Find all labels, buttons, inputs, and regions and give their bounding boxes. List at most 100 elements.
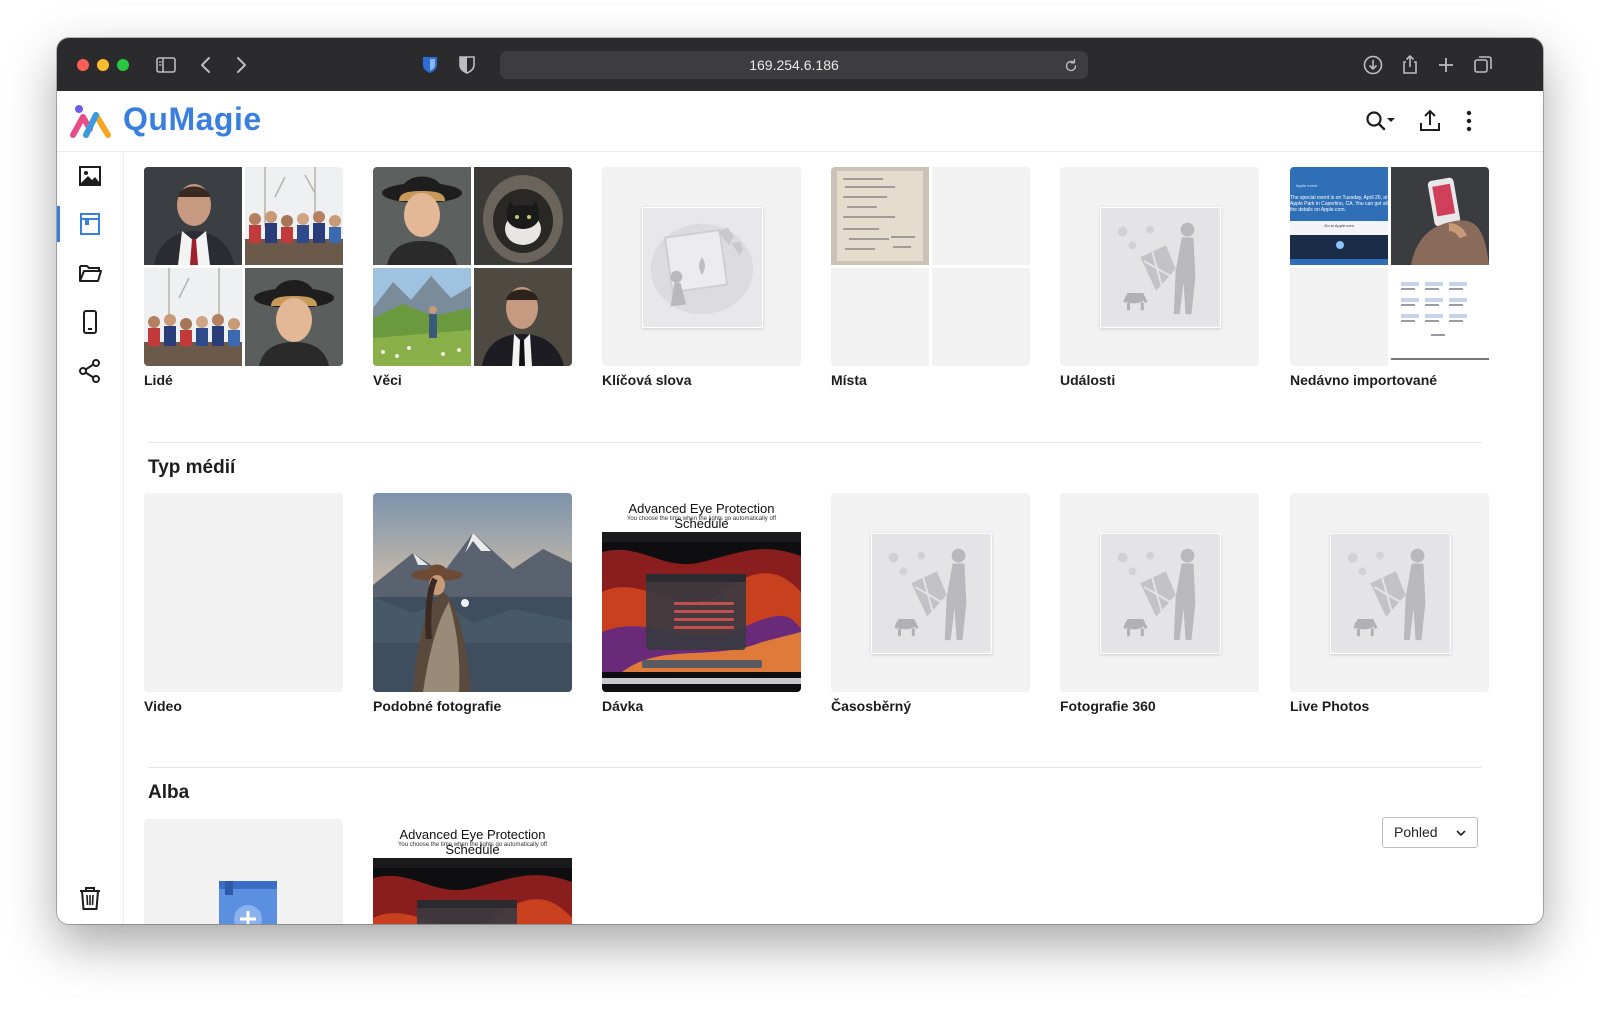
sidebar-item-folders[interactable] [77, 260, 103, 286]
minimize-window-button[interactable] [97, 59, 109, 71]
share-icon [79, 359, 100, 383]
reload-icon[interactable] [1062, 56, 1080, 74]
events-placeholder-icon [1100, 207, 1221, 328]
thumb-text: The special event is on Tuesday, April 2… [1290, 195, 1388, 213]
thumbnail-photo [245, 268, 343, 366]
search-dropdown-icon[interactable] [1363, 107, 1397, 135]
media-tile-video[interactable] [144, 493, 343, 692]
thumbnail-empty [932, 268, 1030, 366]
album-tile-keywords[interactable] [602, 167, 801, 366]
album-label: Nedávno importované [1290, 372, 1438, 388]
zoom-window-button[interactable] [117, 59, 129, 71]
sidebar-item-trash[interactable] [77, 885, 103, 911]
thumbnail-empty [932, 167, 1030, 265]
view-dropdown[interactable]: Pohled [1382, 817, 1478, 848]
sidebar [57, 152, 124, 924]
tab-overview-icon[interactable] [1471, 53, 1495, 77]
add-album-icon [219, 881, 277, 924]
album-label: Události [1060, 372, 1116, 388]
album-tile-things[interactable] [373, 167, 572, 366]
forward-icon[interactable] [229, 53, 253, 77]
sidebar-item-sharing[interactable] [77, 358, 103, 384]
upload-icon[interactable] [1416, 107, 1444, 135]
timelapse-placeholder-icon [871, 533, 992, 654]
thumbnail-photo [144, 167, 242, 265]
media-tile-timelapse[interactable] [831, 493, 1030, 692]
sidebar-item-photos[interactable] [77, 163, 103, 189]
sidebar-toggle-icon[interactable] [154, 53, 178, 77]
privacy-shield-icon[interactable] [455, 53, 479, 77]
device-icon [83, 310, 97, 334]
share-browser-icon[interactable] [1398, 53, 1422, 77]
thumbnail-photo [602, 532, 801, 692]
thumbnail-photo [373, 858, 572, 924]
new-tab-icon[interactable] [1434, 53, 1458, 77]
app-header: QuMagie [57, 91, 1543, 152]
album-tile-people[interactable] [144, 167, 343, 366]
qumagie-logo-icon[interactable] [70, 103, 112, 139]
thumb-text: Apple event [1296, 183, 1318, 188]
create-album-tile[interactable] [144, 819, 343, 924]
thumbnail-photo [373, 167, 471, 265]
album-tile[interactable]: Advanced Eye Protection Schedule You cho… [373, 819, 572, 924]
media-label: Fotografie 360 [1060, 698, 1156, 714]
media-tile-burst[interactable]: Advanced Eye Protection Schedule You cho… [602, 493, 801, 692]
thumbnail-photo [245, 167, 343, 265]
album-tile-recently-imported[interactable]: Apple event The special event is on Tues… [1290, 167, 1489, 366]
view-dropdown-label: Pohled [1394, 824, 1438, 840]
more-options-icon[interactable] [1455, 107, 1483, 135]
media-label: Časosběrný [831, 698, 912, 714]
album-label: Věci [373, 372, 402, 388]
thumbnail-photo [1391, 268, 1489, 366]
bitwarden-extension-icon[interactable] [418, 53, 442, 77]
album-label: Lidé [144, 372, 173, 388]
album-label: Místa [831, 372, 867, 388]
photo-360-placeholder-icon [1100, 533, 1221, 654]
media-tile-360-photos[interactable] [1060, 493, 1259, 692]
media-tile-similar-photos[interactable] [373, 493, 572, 692]
album-label: Klíčová slova [602, 372, 692, 388]
photos-icon [79, 166, 101, 186]
media-label: Video [144, 698, 182, 714]
trash-icon [80, 887, 100, 910]
close-window-button[interactable] [77, 59, 89, 71]
thumbnail-photo [474, 268, 572, 366]
url-text: 169.254.6.186 [749, 57, 839, 73]
album-icon [80, 213, 100, 235]
browser-window: 169.254.6.186 QuMagie Lidé Věci Klíčová … [57, 38, 1543, 924]
sidebar-active-indicator [57, 206, 60, 242]
section-divider [148, 442, 1482, 443]
album-tile-places[interactable] [831, 167, 1030, 366]
thumbnail-photo [144, 268, 242, 366]
address-bar[interactable]: 169.254.6.186 [500, 51, 1088, 79]
media-label: Podobné fotografie [373, 698, 502, 714]
album-tile-events[interactable] [1060, 167, 1259, 366]
thumbnail-photo [1391, 167, 1489, 265]
thumbnail-photo [831, 167, 929, 265]
chevron-down-icon [1456, 830, 1466, 837]
downloads-icon[interactable] [1361, 53, 1385, 77]
keywords-placeholder-icon [642, 207, 763, 328]
folder-icon [79, 265, 102, 282]
thumbnail-photo [474, 167, 572, 265]
app-brand: QuMagie [123, 101, 262, 137]
sidebar-item-devices[interactable] [77, 309, 103, 335]
media-label: Live Photos [1290, 698, 1370, 714]
thumbnail-photo [373, 493, 572, 692]
section-divider [148, 767, 1482, 768]
screenshot-subtitle: You choose the time when the lights go a… [397, 842, 548, 848]
media-label: Dávka [602, 698, 644, 714]
thumb-text: Go to Apple.com [1324, 223, 1354, 228]
section-title-albums: Alba [148, 782, 190, 803]
thumbnail-empty [831, 268, 929, 366]
sidebar-item-albums[interactable] [77, 211, 103, 237]
back-icon[interactable] [194, 53, 218, 77]
thumbnail-photo: Apple event The special event is on Tues… [1290, 167, 1388, 265]
live-photos-placeholder-icon [1330, 533, 1451, 654]
browser-toolbar: 169.254.6.186 [57, 38, 1543, 91]
media-tile-live-photos[interactable] [1290, 493, 1489, 692]
thumbnail-empty [1290, 268, 1388, 366]
section-title-media-types: Typ médií [148, 457, 236, 478]
screenshot-subtitle: You choose the time when the lights go a… [626, 516, 777, 522]
thumbnail-photo [373, 268, 471, 366]
